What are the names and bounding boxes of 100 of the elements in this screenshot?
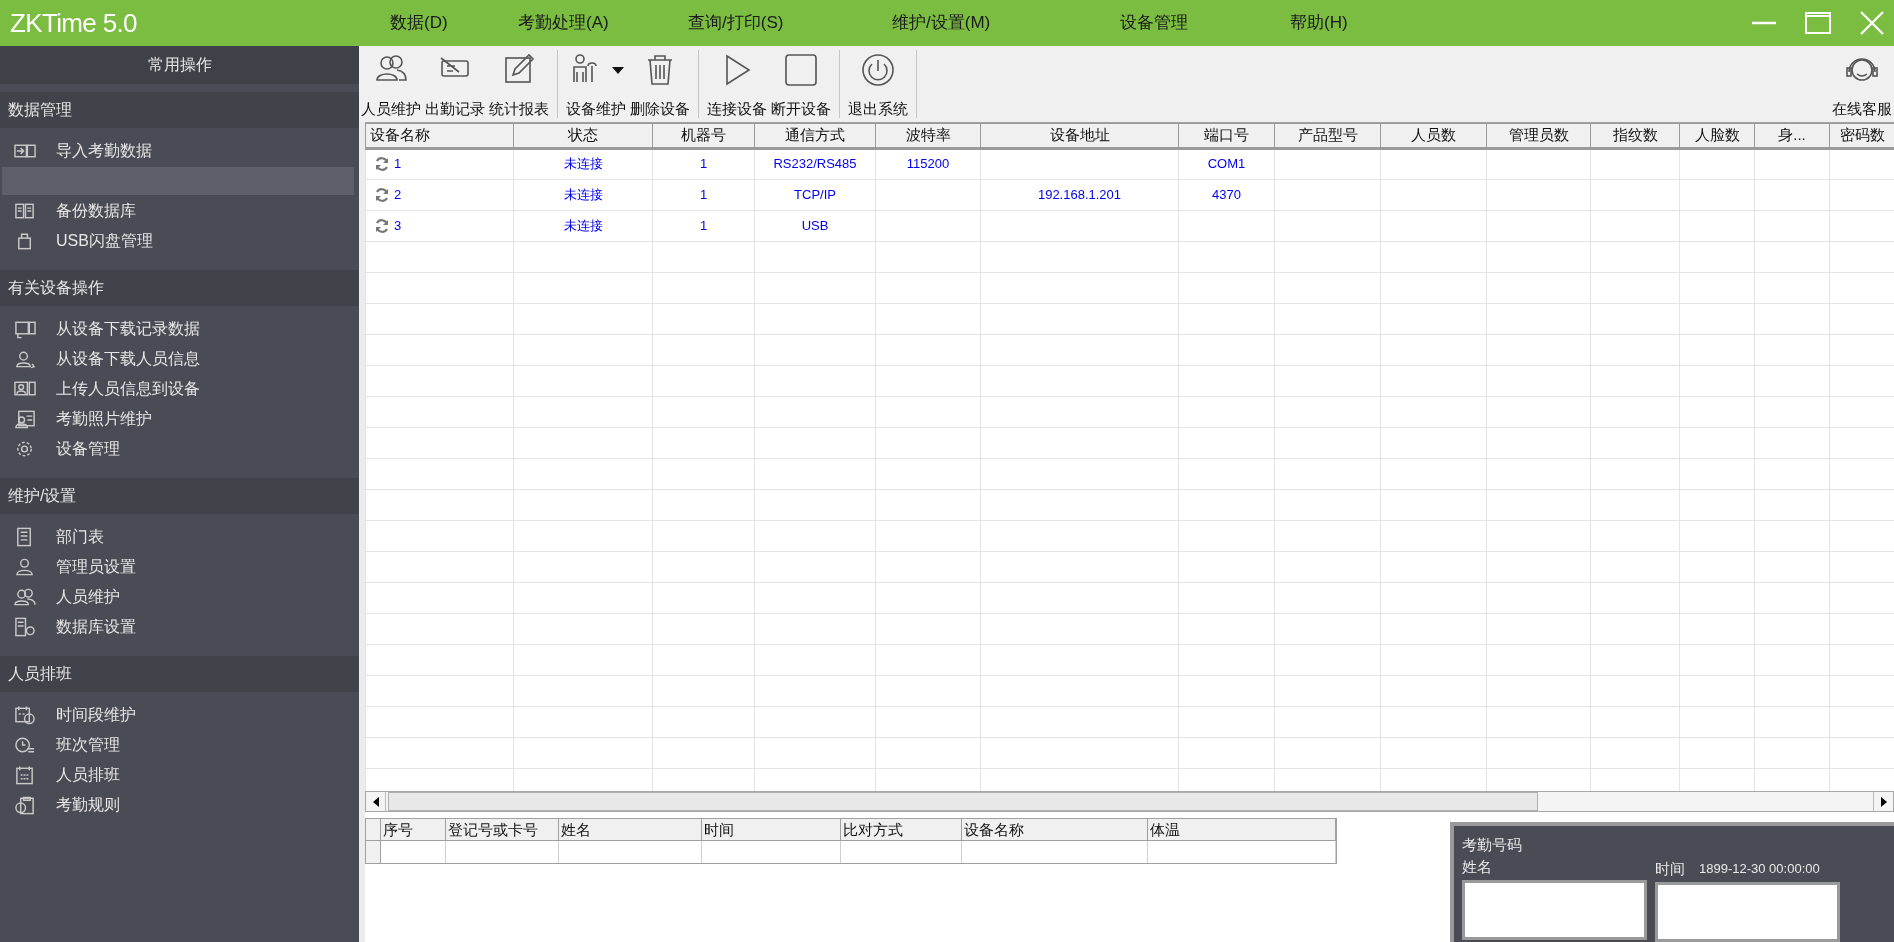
menu-item[interactable]: 设备管理 [1120,10,1290,36]
column-header[interactable]: 体温 [1148,819,1336,840]
user-download-icon [14,349,36,369]
column-header[interactable]: 产品型号 [1274,123,1381,148]
column-header[interactable]: 密码数 [1829,123,1894,148]
toolbar-button[interactable]: 出勤记录 [423,46,487,122]
column-header[interactable]: 管理员数 [1486,123,1591,148]
table-cell: 未连接 [563,186,603,202]
sidebar-item[interactable]: 备份数据库 [56,199,136,223]
sidebar-item[interactable]: 数据库设置 [56,615,136,639]
toolbar-button[interactable]: 断开设备 [769,46,833,122]
refresh-icon [374,186,390,203]
column-header[interactable]: 姓名 [558,819,703,840]
dropdown-caret-icon [612,66,624,74]
attendance-id-label: 考勤号码 [1462,835,1523,855]
column-header[interactable]: 状态 [513,123,653,148]
sidebar-section-header[interactable]: 维护/设置 [0,478,359,514]
column-header[interactable]: 登记号或卡号 [445,819,559,840]
sidebar-item[interactable]: USB闪盘管理 [56,229,153,253]
calendar-icon [14,765,36,785]
column-header[interactable]: 人脸数 [1679,123,1755,148]
table-cell: 4370 [1212,186,1241,202]
photo-card-icon [14,409,36,429]
table-cell-text: 2 [394,185,402,204]
table-cell: 1 [699,217,708,233]
time-label: 时间 [1655,858,1685,879]
sidebar-item[interactable]: 导入考勤数据 [56,139,152,163]
sidebar-item[interactable]: 班次管理 [56,733,120,757]
stop-icon [783,52,819,88]
left-arrow-icon [372,796,379,807]
maximize-icon[interactable] [1804,9,1832,37]
users-icon [14,587,36,607]
sidebar-title: 常用操作 [0,46,359,84]
toolbar-button[interactable]: 设备维护 [564,46,628,122]
toolbar-button[interactable]: 退出系统 [846,46,910,122]
column-header[interactable]: 指纹数 [1590,123,1680,148]
download-record-icon [14,319,36,339]
refresh-icon [374,156,390,172]
user-icon [14,557,36,577]
sidebar-section-header[interactable]: 有关设备操作 [0,270,359,306]
sidebar-item[interactable]: 部门表 [56,525,104,549]
table-cell: 192.168.1.201 [1037,186,1122,202]
scroll-thumb[interactable] [388,792,1538,811]
menu-item[interactable]: 数据(D) [390,10,518,36]
toolbar-button[interactable]: 连接设备 [705,46,769,122]
table-cell: 1 [699,156,708,172]
column-header[interactable]: 人员数 [1380,123,1487,148]
calendar-clock-icon [14,705,36,725]
table-cell: 未连接 [563,217,603,233]
time-value: 1899-12-30 00:00:00 [1699,860,1820,879]
column-header[interactable]: 通信方式 [754,123,876,148]
sidebar-section-header[interactable]: 人员排班 [0,656,359,692]
power-icon [860,52,896,88]
column-header[interactable]: 身... [1754,123,1830,148]
table-cell: TCP/IP [794,186,836,202]
menu-item[interactable]: 维护/设置(M) [892,10,1120,36]
column-header[interactable]: 波特率 [875,123,981,148]
column-header[interactable]: 设备名称 [365,123,514,148]
database-icon [14,201,36,221]
toolbar-button[interactable]: 在线客服 [1830,46,1894,122]
table-cell: USB [801,217,829,233]
column-header[interactable]: 端口号 [1178,123,1275,148]
table-cell-text: 3 [394,216,402,235]
database-settings-icon [14,617,36,637]
name-label: 姓名 [1462,857,1493,877]
row-selector[interactable] [366,841,381,863]
column-header[interactable]: 设备名称 [961,819,1149,840]
sidebar-item[interactable]: 上传人员信息到设备 [56,377,200,401]
sidebar-item[interactable]: 管理员设置 [56,555,136,579]
sidebar-item[interactable]: 人员维护 [56,585,120,609]
column-header[interactable]: 序号 [380,819,446,840]
clock-list-icon [14,735,36,755]
sidebar-item[interactable]: 人员排班 [56,763,120,787]
table-cell: 115200 [906,156,950,172]
toolbar-button[interactable]: 统计报表 [487,46,551,122]
sidebar-item[interactable]: 设备管理 [56,437,120,461]
table-cell: RS232/RS485 [773,156,857,172]
menu-item[interactable]: 帮助(H) [1290,10,1410,36]
column-header[interactable]: 设备地址 [980,123,1179,148]
sidebar-section-header[interactable]: 数据管理 [0,92,359,128]
sidebar-item[interactable]: 时间段维护 [56,703,136,727]
sidebar-item[interactable]: 考勤规则 [56,793,120,817]
horizontal-scrollbar[interactable] [365,791,1894,812]
close-icon[interactable] [1858,9,1886,37]
toolbar-button[interactable]: 删除设备 [628,46,692,122]
toolbar-button[interactable]: 人员维护 [359,46,423,122]
menu-item[interactable]: 查询/打印(S) [688,10,892,36]
sidebar-item[interactable]: 从设备下载人员信息 [56,347,200,371]
clipboard-clock-icon [14,795,36,815]
column-header[interactable]: 时间 [702,819,842,840]
table-cell: COM1 [1207,156,1246,172]
table-cell: 1 [699,186,708,202]
refresh-icon [374,217,390,234]
sidebar-item[interactable]: 从设备下载记录数据 [56,317,200,341]
table-cell-text: 1 [394,155,402,174]
menu-item[interactable]: 考勤处理(A) [518,10,688,36]
right-arrow-icon [1880,796,1887,807]
sidebar-item[interactable]: 考勤照片维护 [56,407,152,431]
column-header[interactable]: 比对方式 [841,819,962,840]
column-header[interactable]: 机器号 [652,123,755,148]
